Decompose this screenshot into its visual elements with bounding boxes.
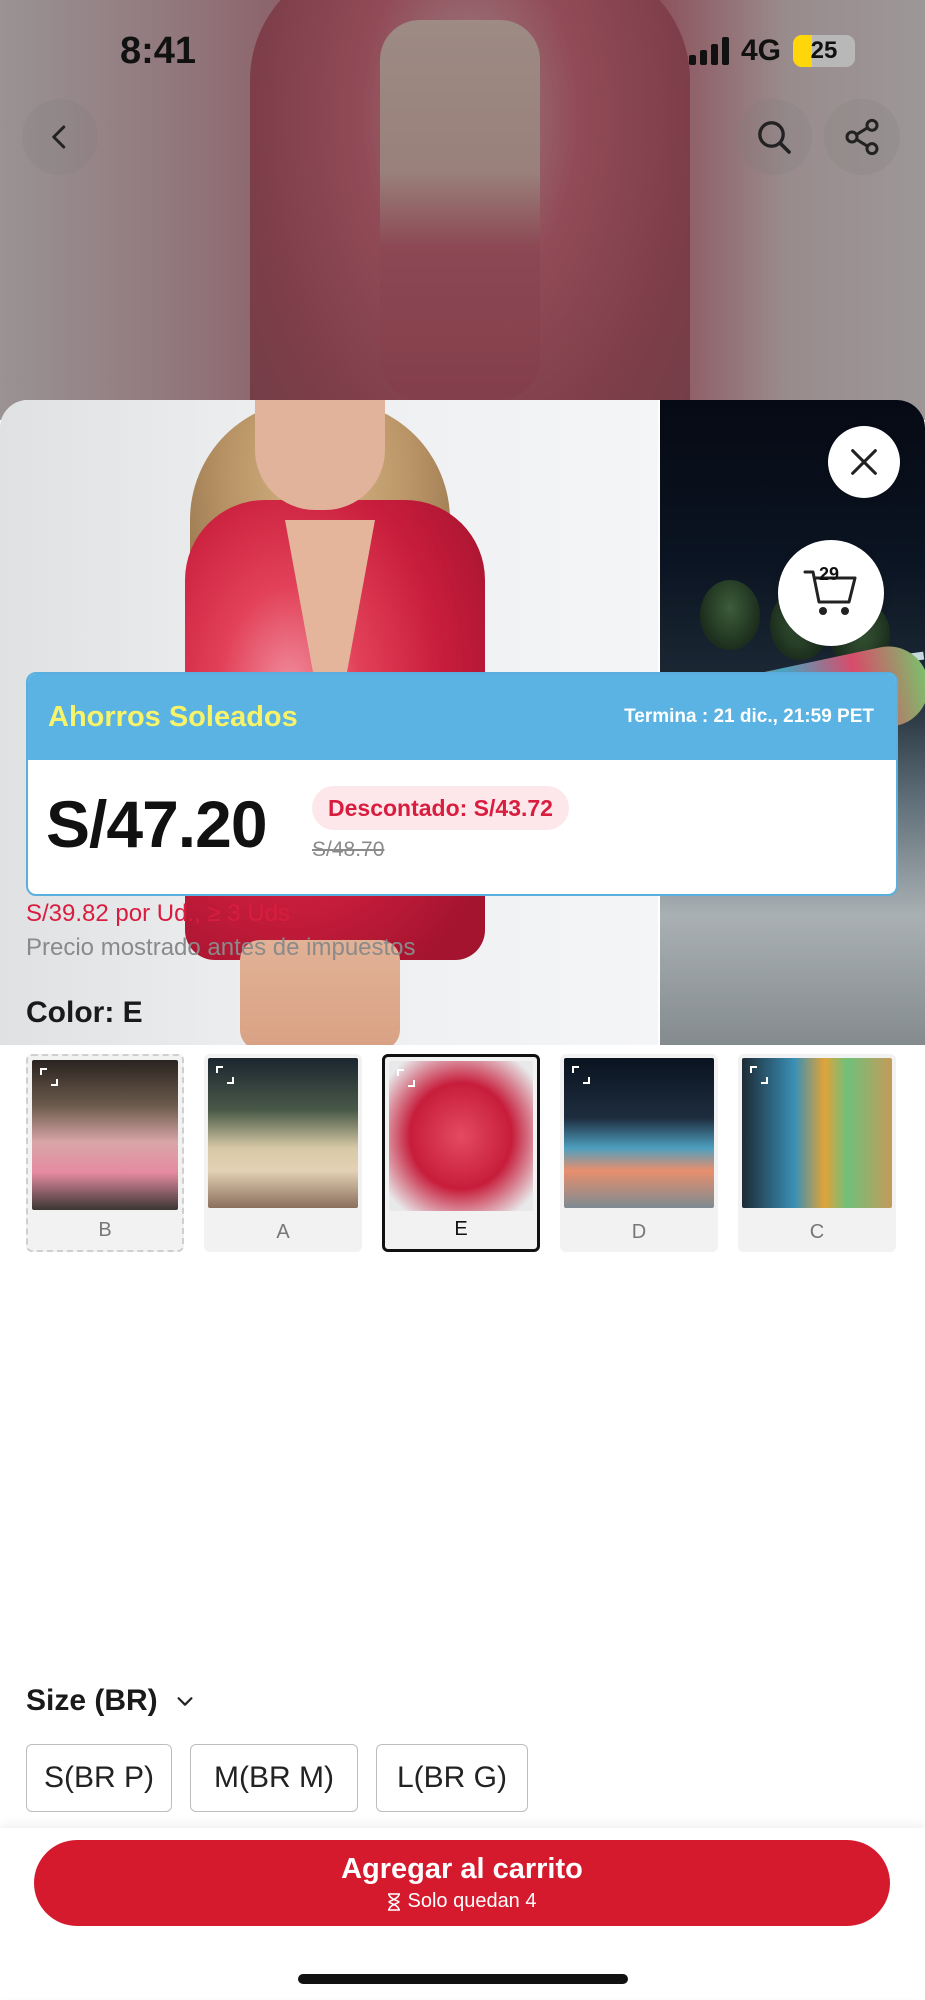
bulk-price: S/39.82 por Ud., ≥ 3 Uds: [26, 900, 290, 927]
share-button[interactable]: [824, 99, 900, 175]
color-option-c[interactable]: C: [738, 1054, 896, 1252]
stock-note-text: Solo quedan 4: [407, 1890, 537, 1912]
color-option-label: D: [631, 1221, 647, 1243]
add-to-cart-label: Agregar al carrito: [341, 1853, 583, 1885]
size-option-m[interactable]: M(BR M): [190, 1744, 358, 1812]
color-option-label: C: [809, 1221, 825, 1243]
color-option-a[interactable]: A: [204, 1054, 362, 1252]
add-to-cart-button[interactable]: Agregar al carrito Solo quedan 4: [34, 1840, 890, 1926]
search-icon: [758, 121, 791, 154]
color-swatches: B A E D C: [26, 1054, 896, 1252]
size-heading-label: Size (BR): [26, 1684, 158, 1717]
zoom-icon: [570, 1064, 592, 1086]
hourglass-icon: [388, 1892, 401, 1911]
battery-icon: 25: [793, 35, 855, 67]
signal-icon: [688, 37, 729, 65]
zoom-icon: [214, 1064, 236, 1086]
close-button[interactable]: [828, 426, 900, 498]
promo-end-time: Termina : 21 dic., 21:59 PET: [624, 706, 874, 727]
search-button[interactable]: [736, 99, 812, 175]
status-time: 8:41: [120, 30, 197, 72]
size-option-l[interactable]: L(BR G): [376, 1744, 528, 1812]
color-option-label: B: [98, 1219, 112, 1241]
status-indicators: 4G 25: [688, 34, 855, 68]
stock-note: Solo quedan 4: [387, 1890, 537, 1913]
color-option-b[interactable]: B: [26, 1054, 184, 1252]
color-heading: Color: E: [26, 996, 143, 1030]
discount-badge: Descontado: S/43.72: [312, 786, 569, 830]
color-option-d[interactable]: D: [560, 1054, 718, 1252]
zoom-icon: [38, 1066, 60, 1088]
tax-note: Precio mostrado antes de impuestos: [26, 934, 416, 961]
original-price: S/48.70: [312, 838, 385, 861]
close-icon: [851, 449, 877, 475]
cart-count: 29: [819, 564, 840, 584]
back-button[interactable]: [22, 99, 98, 175]
size-options: S(BR P) M(BR M) L(BR G): [26, 1744, 528, 1812]
price-block: S/47.20 Descontado: S/43.72 S/48.70: [28, 760, 896, 894]
network-label: 4G: [740, 34, 781, 67]
zoom-icon: [395, 1067, 417, 1089]
promo-header: Ahorros Soleados Termina : 21 dic., 21:5…: [28, 674, 896, 760]
color-heading-label: Color: E: [26, 996, 143, 1029]
battery-level: 25: [810, 37, 838, 64]
bottom-action-bar: Agregar al carrito Solo quedan 4: [0, 1828, 925, 1998]
color-option-label: E: [454, 1218, 468, 1240]
color-option-label: A: [276, 1221, 290, 1243]
zoom-icon: [748, 1064, 770, 1086]
size-heading[interactable]: Size (BR): [26, 1684, 196, 1718]
cart-button[interactable]: 29: [778, 540, 884, 646]
share-icon: [845, 118, 879, 156]
home-indicator: [298, 1974, 628, 1984]
color-option-e[interactable]: E: [382, 1054, 540, 1252]
promo-card: Ahorros Soleados Termina : 21 dic., 21:5…: [26, 672, 898, 896]
chevron-left-icon: [52, 125, 66, 149]
size-option-s[interactable]: S(BR P): [26, 1744, 172, 1812]
chevron-down-icon: [177, 1697, 193, 1706]
promo-title: Ahorros Soleados: [48, 700, 298, 733]
status-bar: 8:41 4G 25: [0, 0, 925, 110]
current-price: S/47.20: [46, 787, 268, 861]
